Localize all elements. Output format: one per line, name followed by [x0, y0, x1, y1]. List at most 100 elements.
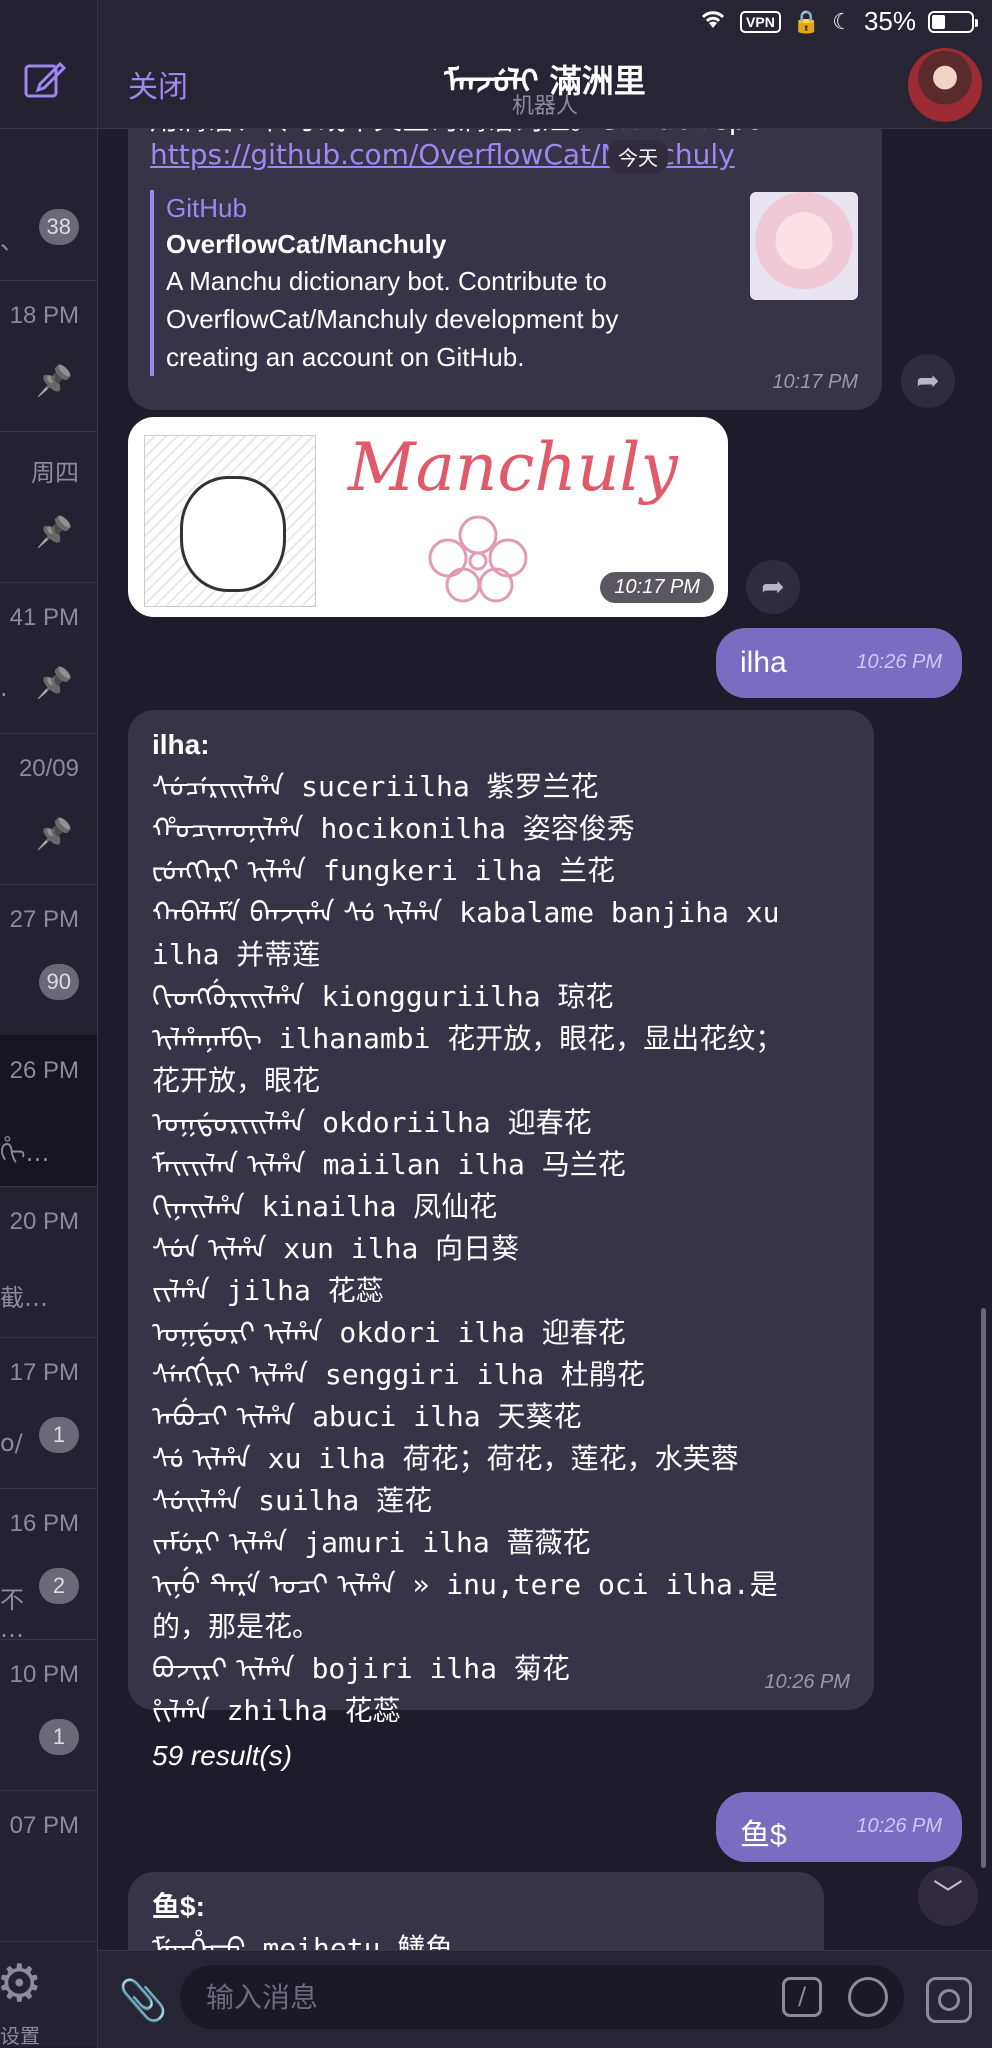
chat-list-item[interactable]: 周四 📌	[0, 431, 97, 583]
orientation-lock-icon: 🔒	[792, 8, 821, 34]
battery-icon	[928, 10, 978, 33]
transliteration-meaning: kinailha 凤仙花	[244, 1190, 498, 1223]
result-line: ᡴᡳᠣᠩᡤᡠᡵᡳᡳᠯᡥᠠ kiongguriilha 琼花	[152, 976, 854, 1018]
results-heading: ilha:	[152, 729, 210, 760]
preview-description-line: A Manchu dictionary bot. Contribute to	[166, 266, 607, 296]
camera-icon[interactable]	[926, 1977, 972, 2023]
transliteration-meaning: hocikonilha 姿容俊秀	[303, 812, 635, 845]
manchu-script: ᠵᠠᠮᡠᡵᡳ ᡳᠯᡥᠠ	[152, 1526, 289, 1559]
scroll-down-button[interactable]: ﹀	[918, 1866, 978, 1926]
unread-badge: 38	[38, 209, 79, 245]
pin-icon: 📌	[35, 666, 73, 701]
chat-time: 16 PM	[9, 1510, 79, 1537]
message-bubble-outgoing[interactable]: ilha 10:26 PM	[716, 628, 962, 698]
pin-icon: 📌	[35, 817, 73, 852]
gear-icon: ⚙	[0, 1954, 43, 2014]
result-line: ᡴᠠᠪᠠᠯᠠᠮᡝ ᠪᠠᠨᠵᡳᡥᠠ ᠰᡠ ᡳᠯᡥᠠ kabalame banjih…	[152, 892, 854, 934]
result-line: ᡳᠯᡥᠠᠨᠠᠮᠪᡳ ilhanambi 花开放，眼花，显出花纹；	[152, 1018, 854, 1060]
manchu-script: ᡷᡳᠯᡥᠠ	[152, 1694, 212, 1727]
command-icon[interactable]: /	[782, 1977, 822, 2017]
chat-time: 41 PM	[9, 604, 79, 631]
chat-list-item[interactable]: 41 PM. 📌	[0, 582, 97, 734]
message-field[interactable]: /	[180, 1965, 904, 2029]
chat-list-item[interactable]: 16 PM 不 … 2	[0, 1488, 97, 1643]
chat-list-item[interactable]: 17 PM o/1	[0, 1337, 97, 1489]
transliteration-meaning: jamuri ilha 蔷薇花	[287, 1526, 591, 1559]
chat-list-item[interactable]: 10 PM 1	[0, 1639, 97, 1791]
message-input[interactable]	[204, 1979, 768, 2017]
result-line: ᠪᠣᠵᡳᡵᡳ ᡳᠯᡥᠠ bojiri ilha 菊花	[152, 1648, 854, 1690]
chat-time: 07 PM	[9, 1812, 79, 1839]
chat-list-item[interactable]: 20 PM 截…	[0, 1186, 97, 1338]
sticker-manga-image	[144, 435, 316, 607]
transliteration-meaning: maiilan ilha 马兰花	[305, 1148, 626, 1181]
chat-snippet: o/	[0, 1429, 23, 1457]
link-preview[interactable]: GitHub OverflowCat/Manchuly A Manchu dic…	[150, 190, 726, 376]
wifi-icon	[698, 6, 728, 37]
search-results: ilha: ᠰᡠᠴᡝᡵᡳᡳᠯᡥᠠ suceriilha 紫罗兰花 ᡥᠣᠴᡳᡴᠣᠨᡳ…	[152, 724, 854, 1778]
forward-icon[interactable]: ➦	[746, 560, 800, 614]
preview-description-line: creating an account on GitHub.	[166, 342, 525, 372]
message-bubble-incoming[interactable]: 鱼$: ᠮᡝᡳᡥᡝᡨᡠ meihetu 鳝鱼	[128, 1872, 824, 1950]
result-line: ᠰᡠᠴᡝᡵᡳᡳᠯᡥᠠ suceriilha 紫罗兰花	[152, 766, 854, 808]
message-bubble-incoming[interactable]: ilha: ᠰᡠᠴᡝᡵᡳᡳᠯᡥᠠ suceriilha 紫罗兰花 ᡥᠣᠴᡳᡴᠣᠨᡳ…	[128, 710, 874, 1771]
unread-badge: 1	[39, 1417, 79, 1453]
result-line: ᠰᡠᠨ ᡳᠯᡥᠠ xun ilha 向日葵	[152, 1228, 854, 1270]
chat-subtitle: 机器人	[511, 94, 578, 119]
message-time: 10:26 PM	[856, 1815, 942, 1837]
manchu-script: ᠰᡠᡳᠯᡥᠠ	[152, 1484, 243, 1517]
result-line: ilha 并蒂莲	[152, 934, 854, 976]
transliteration-meaning: jilha 花蕊	[209, 1274, 384, 1307]
message-bubble-incoming[interactable]: 用满语、转写或中文查询满语词汇。Github repo: https://git…	[128, 128, 882, 410]
chat-list-item[interactable]: 26 PM ᡥᡳ…	[0, 1035, 97, 1187]
transliteration-meaning: suceriilha 紫罗兰花	[284, 770, 599, 803]
preview-thumbnail	[750, 192, 858, 300]
manchu-script: ᡳᠨᡠ ᡨᡝᡵᡝ ᠣᠴᡳ ᡳᠯᡥᠠ	[152, 1568, 398, 1601]
preview-description-line: OverflowCat/Manchuly development by	[166, 304, 619, 334]
message-text: 鱼$	[740, 1819, 787, 1852]
transliteration-meaning: bojiri ilha 菊花	[294, 1652, 570, 1685]
unread-badge: 1	[39, 1719, 79, 1755]
chat-snippet: 不 …	[0, 1586, 24, 1643]
transliteration-meaning: okdoriilha 迎春花	[305, 1106, 592, 1139]
chat-list-item[interactable]: 、 38	[0, 129, 97, 281]
transliteration-meaning: ilha 并蒂莲	[152, 938, 321, 971]
message-time: 10:17 PM	[600, 572, 714, 603]
chat-list-item[interactable]: 18 PM 📌	[0, 280, 97, 432]
chat-list-item[interactable]: 07 PM	[0, 1790, 97, 1942]
pin-icon: 📌	[35, 364, 73, 399]
chat-list-item[interactable]: 20/09 📌	[0, 733, 97, 885]
manchu-script: ᡳᠯᡥᠠᠨᠠᠮᠪᡳ	[152, 1022, 264, 1055]
compose-bar: 📎 /	[98, 1950, 992, 2048]
forward-icon[interactable]: ➦	[901, 354, 955, 408]
date-pill: 今天	[608, 140, 668, 173]
status-bar: VPN 🔒 ☾ 35%	[0, 0, 992, 40]
manchu-script: ᠰᡠ ᡳᠯᡥᠠ	[152, 1442, 253, 1475]
chat-time: 20 PM	[9, 1208, 79, 1235]
chat-list-item[interactable]: 27 PM 90	[0, 884, 97, 1036]
chat-time: 20/09	[18, 755, 79, 782]
transliteration-meaning: kiongguriilha 琼花	[304, 980, 614, 1013]
moon-icon: ☾	[832, 8, 852, 34]
scrollbar[interactable]	[981, 1308, 986, 1868]
message-bubble-outgoing[interactable]: 鱼$ 10:26 PM	[716, 1792, 962, 1862]
unread-badge: 2	[39, 1568, 79, 1604]
search-results: 鱼$: ᠮᡝᡳᡥᡝᡨᡠ meihetu 鳝鱼	[152, 1886, 804, 1950]
settings-tab[interactable]: ⚙ 设置	[0, 1950, 97, 2047]
manchu-script: ᡥᠣᠴᡳᡴᠣᠨᡳᠯᡥᠠ	[152, 812, 306, 845]
compose-icon[interactable]	[22, 58, 66, 102]
message-time: 10:26 PM	[856, 651, 942, 673]
attach-icon[interactable]: 📎	[118, 1977, 168, 2024]
bot-avatar[interactable]	[908, 48, 982, 122]
chat-time: 27 PM	[9, 906, 79, 933]
sticker-message[interactable]: Manchuly 10:17 PM	[128, 417, 728, 617]
manchu-script: ᡴᡳᠨᠠᡳᠯᡥᠠ	[152, 1190, 247, 1223]
manchu-script: ᡴᠠᠪᠠᠯᠠᠮᡝ ᠪᠠᠨᠵᡳᡥᠠ ᠰᡠ ᡳᠯᡥᠠ	[152, 896, 444, 929]
schedule-icon[interactable]	[848, 1977, 888, 2017]
message-list[interactable]: 用满语、转写或中文查询满语词汇。Github repo: https://git…	[98, 128, 992, 1950]
sticker-text: Manchuly	[348, 429, 678, 506]
message-time: 10:17 PM	[772, 371, 858, 393]
battery-percent: 35%	[863, 6, 916, 36]
manchu-script: ᡶᡠᠩᡴᡝᡵᡳ ᡳᠯᡥᠠ	[152, 854, 308, 887]
pin-icon: 📌	[35, 515, 73, 550]
